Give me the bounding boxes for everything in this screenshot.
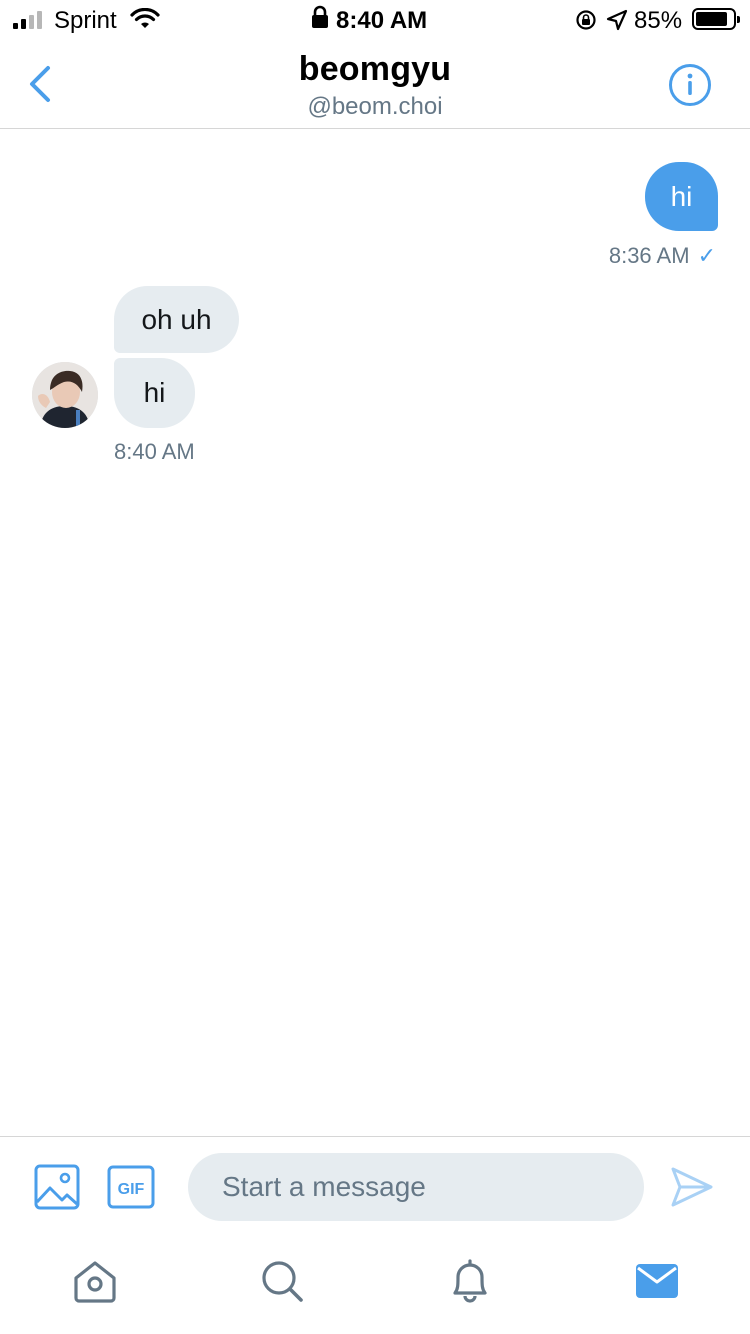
status-time: 8:40 AM (336, 7, 428, 34)
conversation-header: beomgyu @beom.choi (0, 40, 750, 129)
message-text: oh uh (141, 303, 212, 335)
avatar-photo (32, 362, 98, 428)
message-timestamp: 8:40 AM (114, 439, 195, 464)
gif-label: GIF (118, 1181, 145, 1198)
wifi-icon (130, 7, 160, 37)
home-icon (74, 1261, 116, 1303)
carrier-name: Sprint (54, 7, 117, 34)
message-input[interactable] (188, 1153, 644, 1221)
bottom-tab-bar (0, 1236, 750, 1334)
outgoing-message-bubble[interactable]: hi (645, 162, 718, 231)
tab-home[interactable] (72, 1258, 118, 1304)
location-arrow-icon (606, 9, 628, 38)
info-button[interactable] (668, 63, 712, 107)
search-icon (262, 1261, 303, 1302)
sent-check-icon: ✓ (697, 243, 716, 268)
message-timestamp: 8:36 AM (608, 243, 690, 268)
gif-icon: GIF (107, 1165, 155, 1209)
status-bar: Sprint 8:40 AM 85% (0, 0, 750, 40)
image-icon (34, 1164, 80, 1210)
message-text: hi (143, 377, 166, 408)
tab-search[interactable] (259, 1258, 305, 1304)
incoming-message-bubble[interactable]: oh uh (114, 286, 239, 353)
add-gif-button[interactable]: GIF (107, 1165, 155, 1209)
lock-icon (311, 5, 329, 36)
add-image-button[interactable] (34, 1164, 80, 1210)
battery-icon (692, 8, 740, 30)
bell-icon (453, 1259, 487, 1303)
send-icon (671, 1167, 713, 1207)
signal-strength-icon (13, 11, 42, 29)
message-composer: GIF (0, 1136, 750, 1236)
battery-percentage: 85% (634, 7, 683, 34)
info-icon (669, 64, 711, 106)
send-button[interactable] (670, 1166, 714, 1208)
contact-handle: @beom.choi (307, 93, 443, 120)
rotation-lock-icon (574, 9, 598, 38)
conversation-title-block[interactable]: beomgyu @beom.choi (0, 50, 750, 121)
message-text: hi (670, 180, 693, 212)
outgoing-message-meta: 8:36 AM ✓ (609, 243, 716, 269)
contact-avatar[interactable] (32, 362, 98, 428)
mail-icon (636, 1264, 678, 1298)
dm-conversation-screen: Sprint 8:40 AM 85% beomgyu @beom.choi hi… (0, 0, 750, 1334)
tab-messages[interactable] (634, 1258, 680, 1304)
incoming-message-bubble[interactable]: hi (114, 358, 195, 428)
contact-name: beomgyu (298, 50, 452, 88)
tab-notifications[interactable] (447, 1258, 493, 1304)
